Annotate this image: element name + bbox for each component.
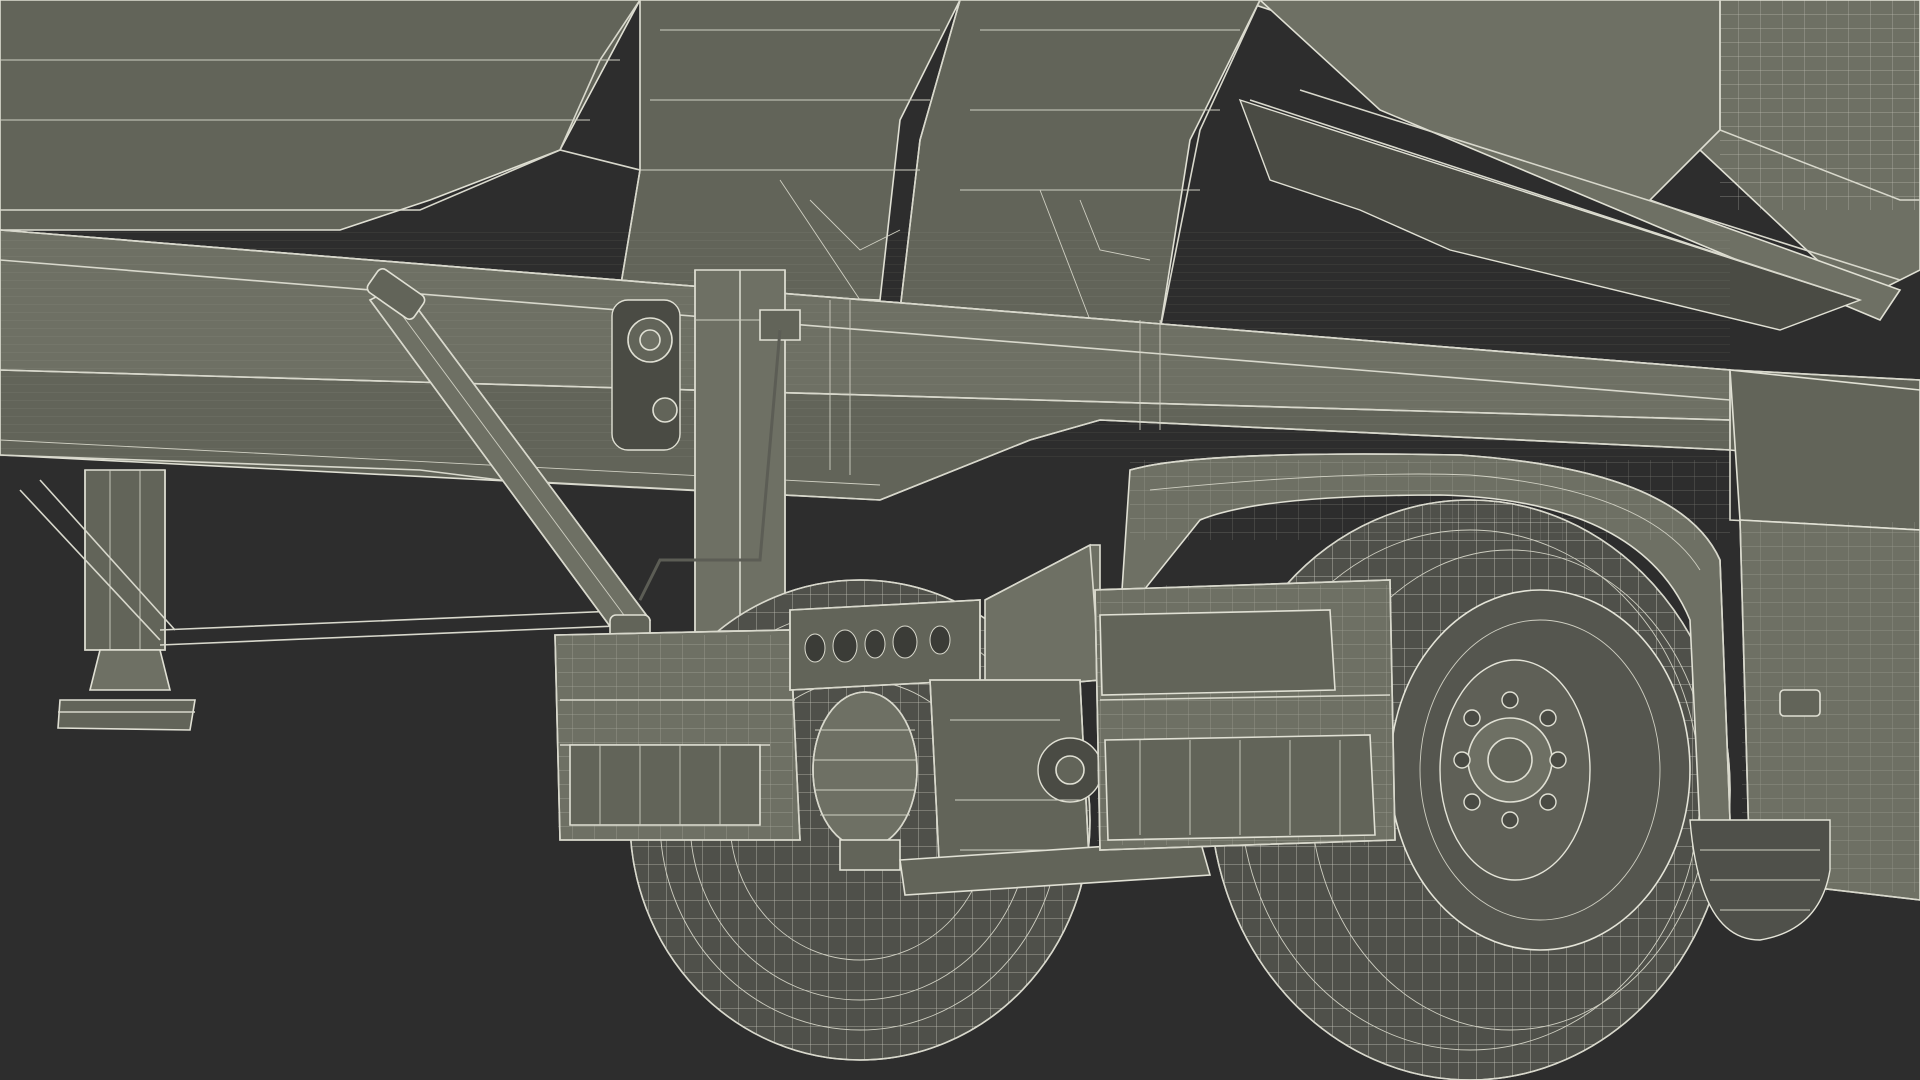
trailer-wireframe-render bbox=[0, 0, 1920, 1080]
rear-bumper-block bbox=[554, 629, 801, 841]
render-viewport bbox=[0, 0, 1920, 1080]
front-bumper-block bbox=[1094, 579, 1396, 851]
hinge-plate bbox=[611, 299, 681, 451]
